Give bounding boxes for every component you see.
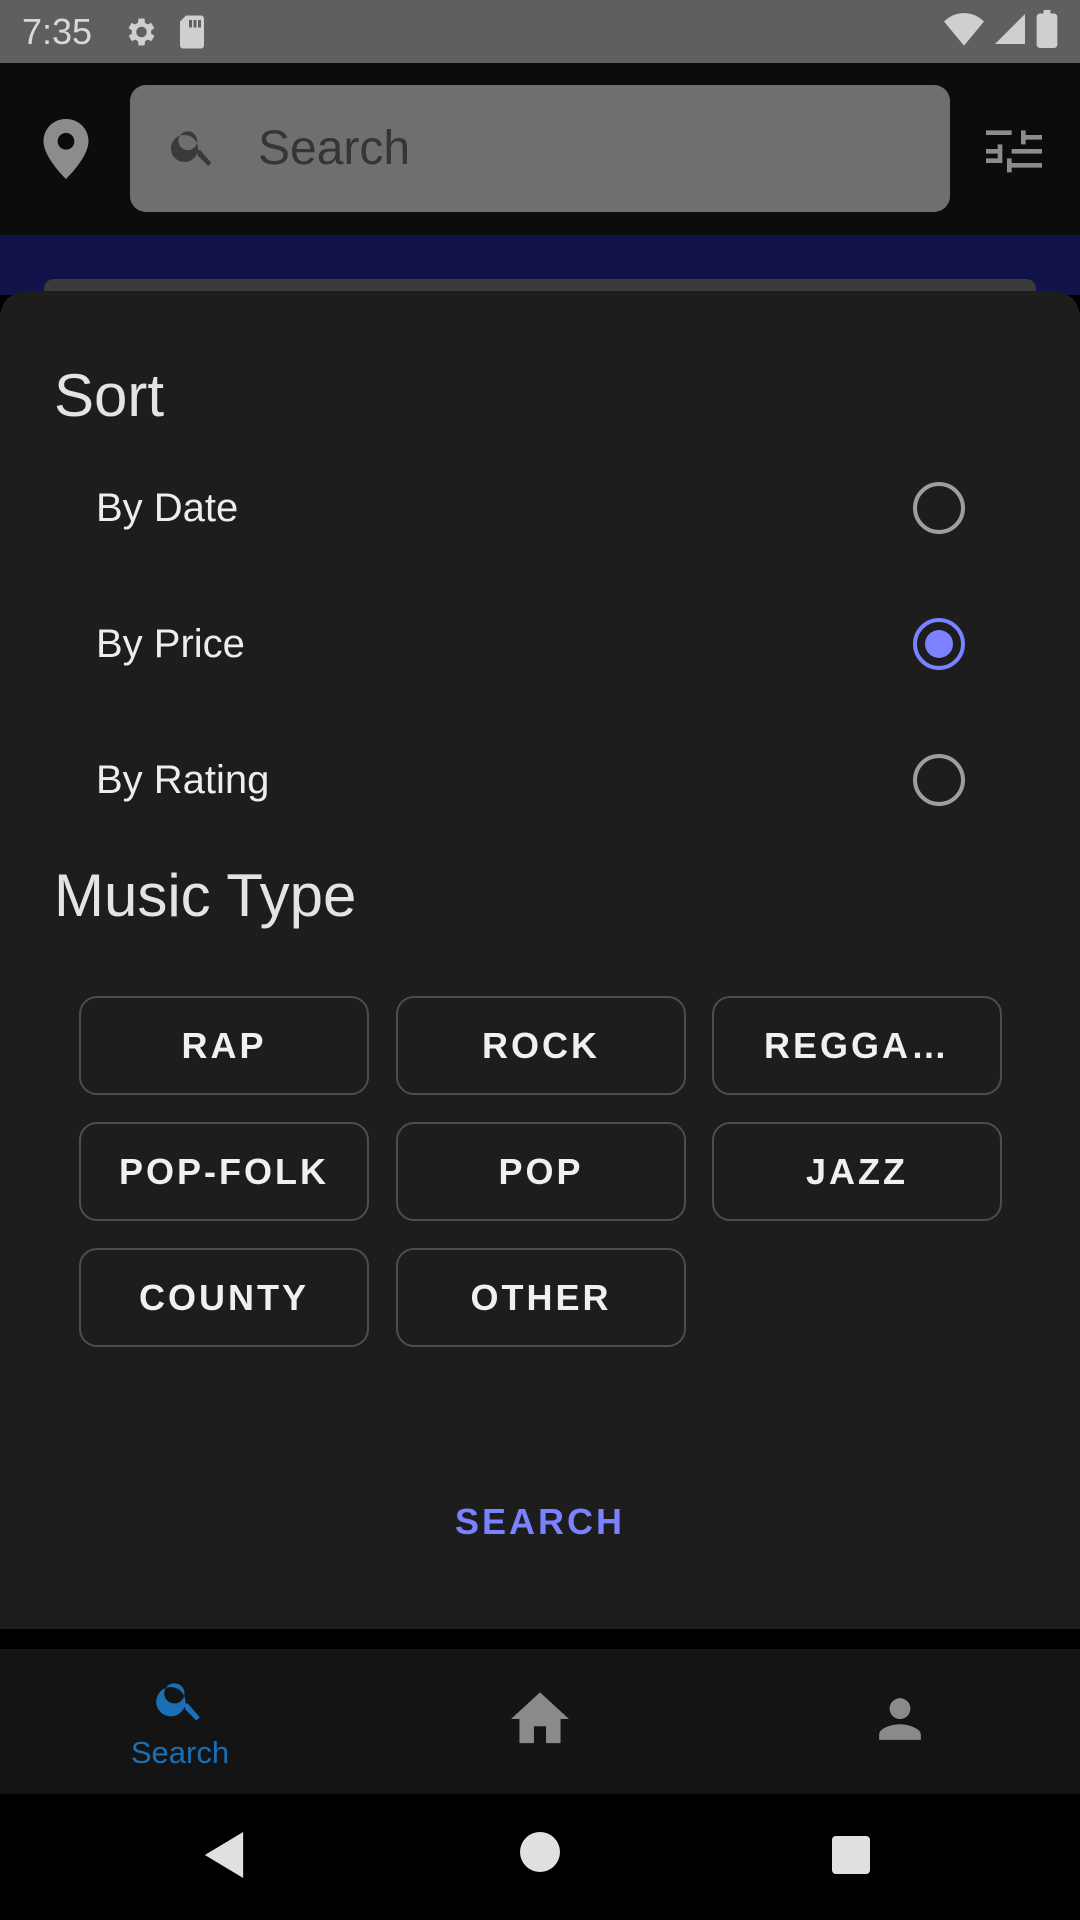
chip-other[interactable]: OTHER [396, 1248, 686, 1347]
search-icon [153, 1672, 207, 1731]
search-action-container: SEARCH [0, 1501, 1080, 1543]
sort-option-by-date[interactable]: By Date [0, 440, 1080, 576]
status-time: 7:35 [22, 10, 93, 52]
chip-reggae[interactable]: REGGA… [712, 996, 1002, 1095]
sort-option-by-price[interactable]: By Price [0, 576, 1080, 712]
nav-label-search: Search [130, 1735, 230, 1770]
filter-button[interactable] [986, 123, 1042, 175]
nav-item-home[interactable] [360, 1649, 720, 1794]
back-icon[interactable] [204, 1832, 244, 1883]
search-icon [168, 121, 218, 176]
app-bar [0, 63, 1080, 235]
music-type-title: Music Type [54, 862, 357, 929]
nav-item-search[interactable]: Search [0, 1649, 360, 1794]
chip-rap[interactable]: RAP [79, 996, 369, 1095]
gear-icon [122, 14, 158, 50]
home-icon [511, 1692, 569, 1751]
recents-icon[interactable] [832, 1836, 870, 1879]
radio-button[interactable] [913, 754, 965, 806]
sort-option-label: By Date [96, 485, 239, 530]
search-button[interactable]: SEARCH [455, 1501, 625, 1542]
location-pin-icon [40, 119, 92, 183]
radio-button-selected[interactable] [913, 618, 965, 670]
chip-jazz[interactable]: JAZZ [712, 1122, 1002, 1221]
content-background [0, 235, 1080, 319]
search-bar[interactable] [130, 85, 950, 212]
search-input[interactable] [258, 121, 858, 176]
chip-pop-folk[interactable]: POP-FOLK [79, 1122, 369, 1221]
signal-icon [992, 11, 1028, 52]
status-bar: 7:35 [0, 0, 1080, 63]
location-button[interactable] [40, 119, 92, 179]
sd-card-icon [176, 14, 208, 50]
radio-button[interactable] [913, 482, 965, 534]
sort-option-label: By Rating [96, 757, 270, 802]
system-navigation-bar [0, 1794, 1080, 1920]
person-icon [875, 1694, 925, 1749]
chip-rock[interactable]: ROCK [396, 996, 686, 1095]
battery-icon [1036, 10, 1058, 53]
filter-bottom-sheet: Sort By Date By Price By Rating Music Ty… [0, 291, 1080, 1629]
bottom-navigation: Search [0, 1649, 1080, 1794]
chip-pop[interactable]: POP [396, 1122, 686, 1221]
wifi-icon [944, 12, 984, 51]
sort-title: Sort [54, 362, 165, 429]
sort-option-label: By Price [96, 621, 245, 666]
tune-icon [986, 130, 1042, 179]
chip-county[interactable]: COUNTY [79, 1248, 369, 1347]
sort-option-by-rating[interactable]: By Rating [0, 712, 1080, 848]
home-circle-icon[interactable] [520, 1832, 560, 1877]
nav-item-profile[interactable] [720, 1649, 1080, 1794]
